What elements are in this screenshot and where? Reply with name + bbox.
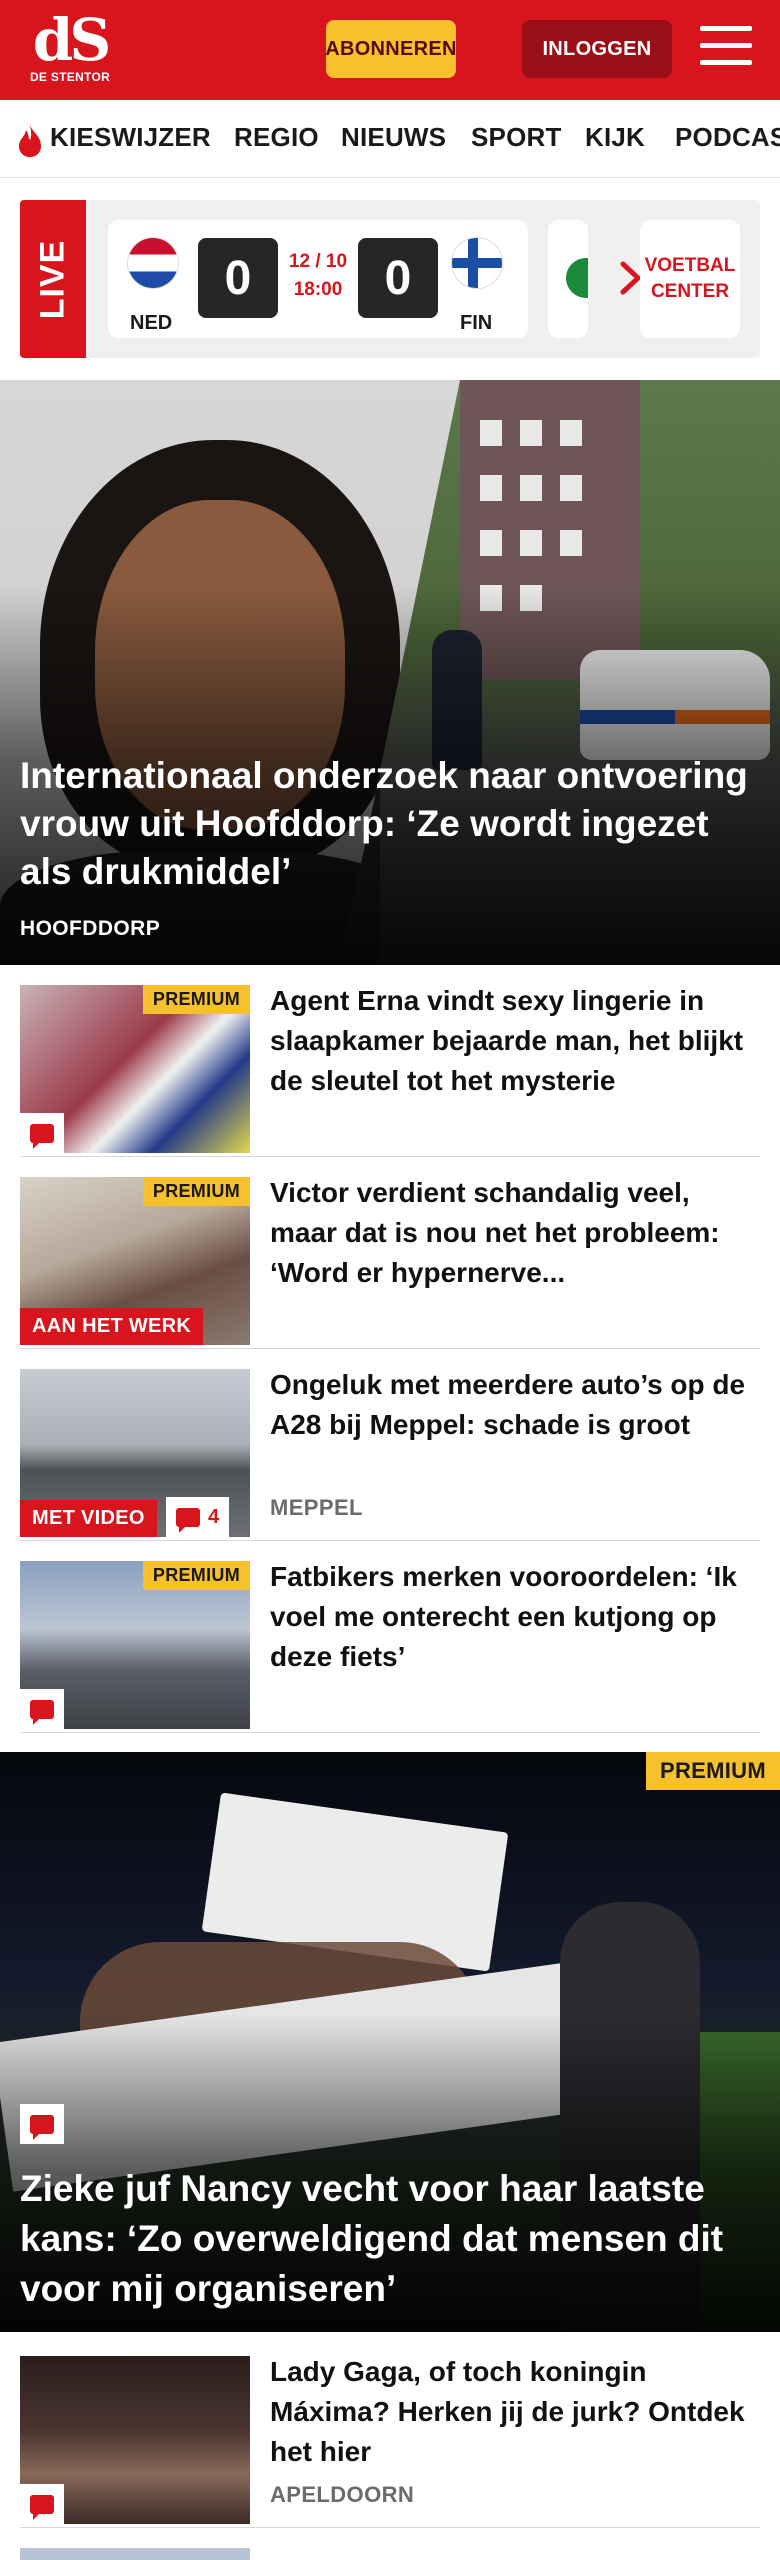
article-thumbnail — [20, 2548, 250, 2560]
finland-flag-icon — [452, 238, 502, 288]
comment-icon — [20, 1113, 64, 1153]
hamburger-icon[interactable] — [700, 26, 752, 72]
site-header: dS DE STENTOR ABONNEREN INLOGGEN — [0, 0, 780, 100]
voetbal-center-link[interactable]: VOETBAL CENTER — [640, 220, 740, 338]
comment-count-value: 4 — [208, 1505, 220, 1528]
premium-badge: PREMIUM — [142, 1177, 250, 1206]
live-label: LIVE — [20, 200, 86, 358]
hero-article[interactable]: Internationaal onderzoek naar ontvoering… — [0, 380, 780, 965]
article-headline[interactable]: Agent Erna vindt sexy lingerie in slaapk… — [270, 981, 760, 1101]
article-thumbnail: PREMIUM — [20, 985, 250, 1153]
nav-item-kijk[interactable]: KIJK — [585, 122, 645, 153]
list-item[interactable]: PREMIUM AAN HET WERK Victor verdient sch… — [20, 1157, 760, 1349]
premium-badge: PREMIUM — [646, 1752, 780, 1790]
hero-headline[interactable]: Internationaal onderzoek naar ontvoering… — [20, 752, 760, 896]
article-headline[interactable]: Fatbikers merken vooroordelen: ‘Ik voel … — [270, 1557, 760, 1677]
premium-badge: PREMIUM — [142, 985, 250, 1014]
away-team-code: FIN — [460, 312, 493, 334]
article-headline[interactable]: Victor verdient schandalig veel, maar da… — [270, 1173, 760, 1293]
site-logo[interactable]: dS DE STENTOR — [28, 10, 112, 94]
article-thumbnail: PREMIUM AAN HET WERK — [20, 1177, 250, 1345]
next-list-item — [20, 2548, 760, 2560]
live-label-text: LIVE — [33, 239, 72, 319]
login-button[interactable]: INLOGGEN — [522, 20, 672, 78]
article-headline[interactable]: Lady Gaga, of toch koningin Máxima? Herk… — [270, 2352, 760, 2472]
nav-item-nieuws[interactable]: NIEUWS — [341, 122, 446, 153]
comment-icon — [20, 2104, 64, 2144]
comment-icon — [176, 1507, 200, 1533]
comment-icon — [20, 2484, 64, 2524]
list-item[interactable]: PREMIUM Fatbikers merken vooroordelen: ‘… — [20, 1541, 760, 1733]
nav-item-sport[interactable]: SPORT — [471, 122, 562, 153]
match-time: 18:00 — [293, 279, 343, 300]
next-match-card[interactable] — [548, 220, 588, 338]
video-tag: MET VIDEO — [20, 1500, 157, 1537]
main-nav: KIESWIJZER REGIO NIEUWS SPORT KIJK PODCA… — [0, 100, 780, 178]
away-score: 0 — [358, 238, 438, 318]
featured-headline[interactable]: Zieke juf Nancy vecht voor haar laatste … — [20, 2164, 760, 2314]
live-scores-strip: LIVE NED 0 12 / 10 18:00 0 FIN VOETBAL C… — [20, 200, 760, 358]
home-team-code: NED — [130, 312, 173, 334]
subscribe-button[interactable]: ABONNEREN — [325, 20, 457, 78]
list-item[interactable]: PREMIUM Agent Erna vindt sexy lingerie i… — [20, 965, 760, 1157]
nav-item-regio[interactable]: REGIO — [234, 122, 319, 153]
list-item[interactable]: Lady Gaga, of toch koningin Máxima? Herk… — [20, 2336, 760, 2528]
netherlands-flag-icon — [128, 238, 178, 288]
list-item[interactable]: MET VIDEO 4 Ongeluk met meerdere auto’s … — [20, 1349, 760, 1541]
match-datetime: 12 / 10 18:00 — [288, 248, 348, 304]
hero-location: HOOFDDORP — [20, 917, 161, 940]
article-thumbnail — [20, 2356, 250, 2524]
match-date: 12 / 10 — [288, 251, 348, 272]
comment-icon — [20, 1689, 64, 1729]
logo-mark: dS — [32, 6, 111, 74]
team-flag-icon — [566, 258, 588, 298]
comment-count: 4 — [166, 1497, 230, 1537]
premium-badge: PREMIUM — [142, 1561, 250, 1590]
match-card[interactable]: NED 0 12 / 10 18:00 0 FIN — [108, 220, 528, 338]
article-location: APELDOORN — [270, 2482, 415, 2507]
featured-article[interactable]: PREMIUM Zieke juf Nancy vecht voor haar … — [0, 1752, 780, 2332]
logo-name: DE STENTOR — [29, 70, 111, 84]
article-location: MEPPEL — [270, 1495, 363, 1520]
article-thumbnail: PREMIUM — [20, 1561, 250, 1729]
nav-item-podcast[interactable]: PODCAS — [675, 122, 780, 153]
flame-icon — [19, 125, 41, 157]
nav-item-kieswijzer[interactable]: KIESWIJZER — [50, 122, 211, 153]
article-thumbnail: MET VIDEO 4 — [20, 1369, 250, 1537]
section-tag: AAN HET WERK — [20, 1308, 204, 1345]
home-score: 0 — [198, 238, 278, 318]
article-headline[interactable]: Ongeluk met meerdere auto’s op de A28 bi… — [270, 1365, 760, 1445]
